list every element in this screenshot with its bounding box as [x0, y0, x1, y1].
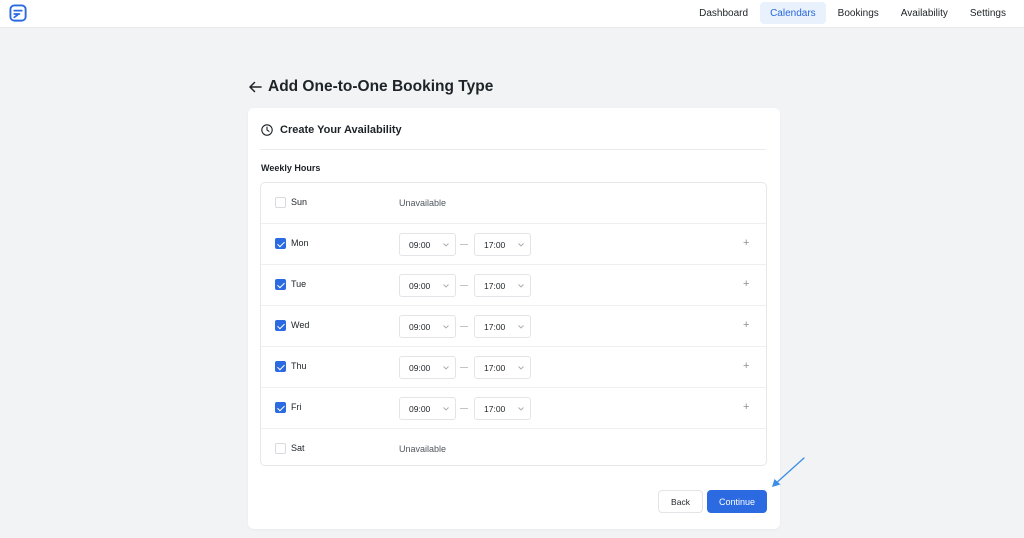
end-time-select[interactable]: 17:00 [474, 233, 531, 256]
page-title: Add One-to-One Booking Type [268, 78, 494, 95]
day-row-tue: Tue 09:00 17:00 + [261, 265, 766, 306]
time-separator [460, 326, 468, 327]
time-separator [460, 408, 468, 409]
card-header: Create Your Availability [261, 124, 402, 136]
day-row-mon: Mon 09:00 17:00 + [261, 224, 766, 265]
chevron-down-icon [518, 325, 524, 329]
weekly-hours-label: Weekly Hours [261, 163, 321, 173]
end-time-select[interactable]: 17:00 [474, 397, 531, 420]
chevron-down-icon [518, 284, 524, 288]
start-time-select[interactable]: 09:00 [399, 356, 456, 379]
chevron-down-icon [443, 243, 449, 247]
day-checkbox-sun[interactable] [275, 197, 286, 208]
day-checkbox-wed[interactable] [275, 320, 286, 331]
day-row-sun: Sun Unavailable [261, 183, 766, 224]
continue-button[interactable]: Continue [707, 490, 767, 513]
end-time-value: 17:00 [484, 404, 506, 414]
end-time-value: 17:00 [484, 240, 506, 250]
end-time-select[interactable]: 17:00 [474, 274, 531, 297]
day-row-fri: Fri 09:00 17:00 + [261, 388, 766, 429]
start-time-value: 09:00 [409, 322, 431, 332]
card-title: Create Your Availability [280, 124, 402, 136]
main-nav: Dashboard Calendars Bookings Availabilit… [689, 2, 1016, 24]
chevron-down-icon [443, 325, 449, 329]
nav-settings[interactable]: Settings [960, 2, 1016, 24]
day-row-wed: Wed 09:00 17:00 + [261, 306, 766, 347]
start-time-select[interactable]: 09:00 [399, 233, 456, 256]
add-time-slot-icon[interactable]: + [743, 360, 749, 372]
end-time-value: 17:00 [484, 363, 506, 373]
day-label: Thu [291, 361, 307, 371]
end-time-value: 17:00 [484, 322, 506, 332]
divider [260, 149, 766, 150]
chevron-down-icon [518, 407, 524, 411]
availability-card: Create Your Availability Weekly Hours Su… [248, 108, 780, 529]
nav-calendars[interactable]: Calendars [760, 2, 826, 24]
unavailable-text: Unavailable [399, 444, 447, 454]
time-separator [460, 285, 468, 286]
add-time-slot-icon[interactable]: + [743, 237, 749, 249]
add-time-slot-icon[interactable]: + [743, 278, 749, 290]
add-time-slot-icon[interactable]: + [743, 401, 749, 413]
start-time-value: 09:00 [409, 281, 431, 291]
day-label: Sun [291, 197, 308, 207]
time-separator [460, 367, 468, 368]
add-time-slot-icon[interactable]: + [743, 319, 749, 331]
start-time-select[interactable]: 09:00 [399, 397, 456, 420]
chevron-down-icon [443, 366, 449, 370]
day-checkbox-fri[interactable] [275, 402, 286, 413]
start-time-value: 09:00 [409, 404, 431, 414]
end-time-select[interactable]: 17:00 [474, 356, 531, 379]
day-row-thu: Thu 09:00 17:00 + [261, 347, 766, 388]
app-logo-icon[interactable] [9, 4, 28, 23]
top-navigation-bar: Dashboard Calendars Bookings Availabilit… [0, 0, 1024, 28]
start-time-select[interactable]: 09:00 [399, 315, 456, 338]
nav-bookings[interactable]: Bookings [828, 2, 889, 24]
time-separator [460, 244, 468, 245]
weekly-hours-list: Sun Unavailable Mon 09:00 17:00 + Tue 09… [260, 182, 767, 466]
start-time-value: 09:00 [409, 363, 431, 373]
day-label: Mon [291, 238, 309, 248]
start-time-value: 09:00 [409, 240, 431, 250]
chevron-down-icon [518, 243, 524, 247]
chevron-down-icon [443, 284, 449, 288]
page-header: Add One-to-One Booking Type [248, 78, 493, 96]
chevron-down-icon [518, 366, 524, 370]
day-checkbox-thu[interactable] [275, 361, 286, 372]
end-time-value: 17:00 [484, 281, 506, 291]
day-label: Wed [291, 320, 310, 330]
start-time-select[interactable]: 09:00 [399, 274, 456, 297]
day-row-sat: Sat Unavailable [261, 429, 766, 465]
day-label: Tue [291, 279, 307, 289]
day-checkbox-sat[interactable] [275, 443, 286, 454]
annotation-arrow-icon [772, 457, 805, 487]
arrow-left-icon[interactable] [248, 80, 262, 94]
unavailable-text: Unavailable [399, 198, 447, 208]
day-label: Sat [291, 443, 305, 453]
clock-icon [261, 124, 273, 136]
chevron-down-icon [443, 407, 449, 411]
back-button[interactable]: Back [658, 490, 703, 513]
day-label: Fri [291, 402, 302, 412]
nav-availability[interactable]: Availability [891, 2, 958, 24]
day-checkbox-mon[interactable] [275, 238, 286, 249]
end-time-select[interactable]: 17:00 [474, 315, 531, 338]
nav-dashboard[interactable]: Dashboard [689, 2, 758, 24]
day-checkbox-tue[interactable] [275, 279, 286, 290]
